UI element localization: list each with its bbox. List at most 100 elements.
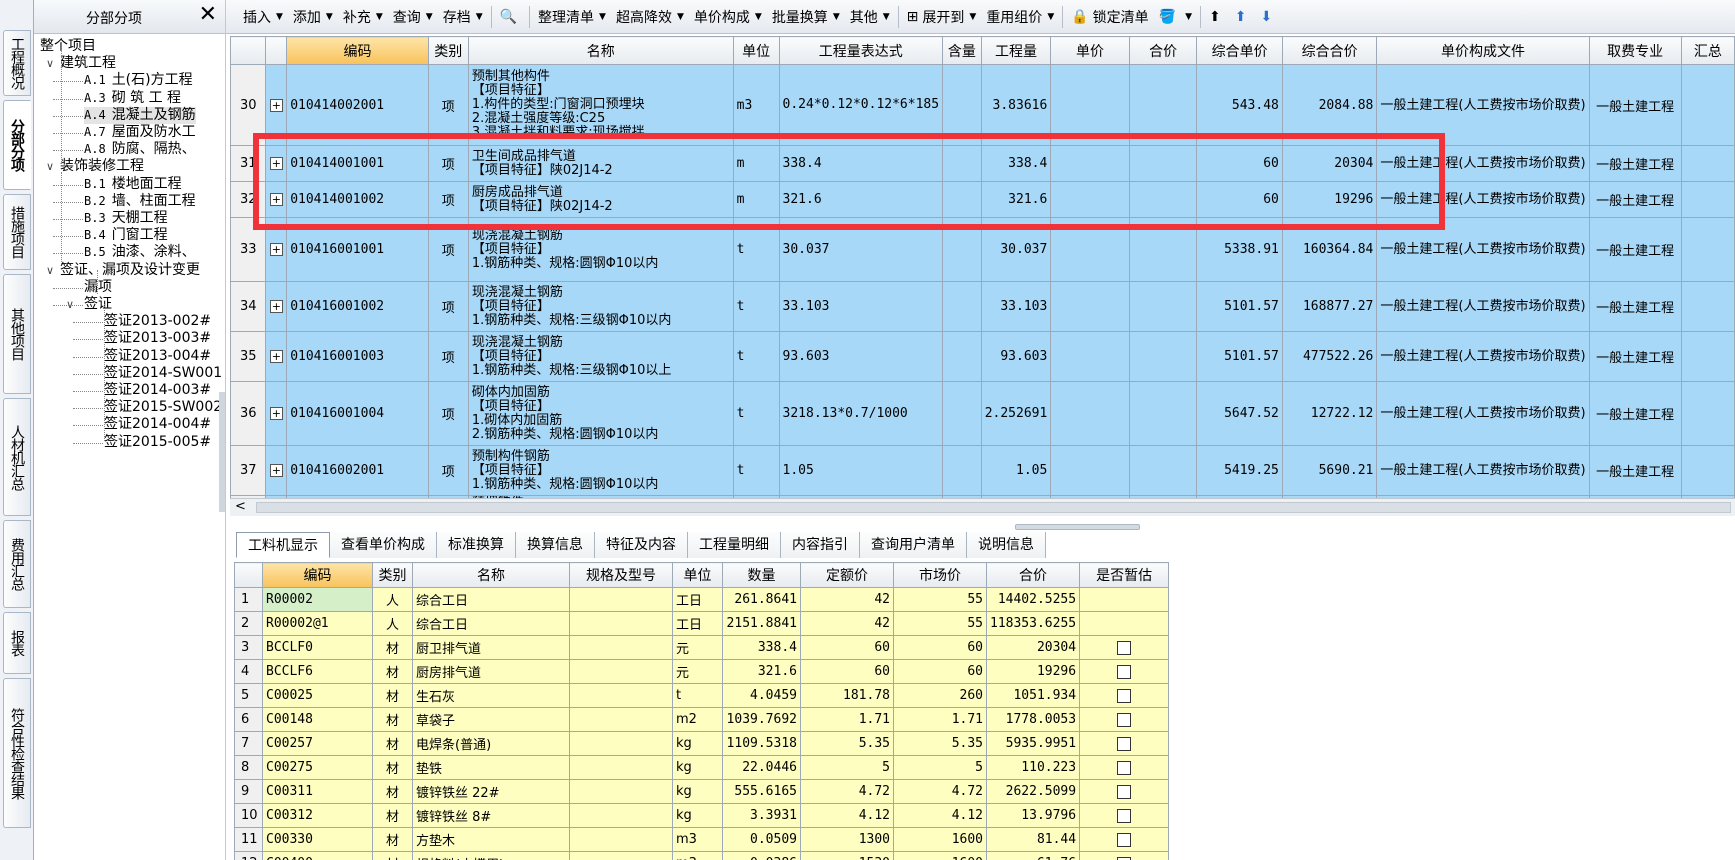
table-row[interactable]: 7 C00257 材电焊条(普通) kg 1109.5318 5.35 5.35 5935.9… — [234, 731, 1170, 756]
expand-cell[interactable]: + — [265, 281, 288, 332]
column-header[interactable] — [230, 36, 267, 65]
tree-node[interactable]: A.4 混凝土及钢筋 — [84, 106, 196, 124]
vtab-other-items[interactable]: 其他项目 — [3, 274, 31, 394]
toolbar-button-13[interactable]: 🔒 锁定清单 — [1066, 4, 1153, 30]
detail-tab[interactable]: 工程量明细 — [688, 532, 781, 558]
expand-plus-icon[interactable]: + — [269, 300, 283, 313]
column-header[interactable]: 含量 — [942, 36, 982, 65]
tree-node[interactable]: 装饰装修工程 — [60, 158, 144, 175]
tree-node[interactable]: 签证2014-SW001 — [104, 365, 222, 382]
toolbar-button-0[interactable]: 插入 ▼ — [238, 4, 288, 30]
tree-node[interactable]: B.4 门窗工程 — [84, 227, 168, 244]
vtab-compliance-check[interactable]: 符合性检查结果 — [3, 678, 31, 828]
table-row[interactable]: 8 C00275 材垫铁 kg 22.0446 5 5 110.223 — [234, 755, 1170, 780]
tree-expand-toggle-icon[interactable]: ∨ — [46, 262, 54, 279]
provisional-checkbox[interactable] — [1117, 688, 1132, 703]
provisional-checkbox[interactable] — [1117, 640, 1132, 655]
table-row[interactable]: 35 +010416001003 项现浇混凝土钢筋 【项目特征】 1.钢筋种类、规格:三… — [230, 331, 1735, 382]
expand-cell[interactable]: + — [265, 445, 288, 496]
table-row[interactable]: 4 BCCLF6 材厨房排气道元 321.6 60 60 19296 — [234, 659, 1170, 684]
table-row[interactable]: 30 +010414002001 项预制其他构件 【项目特征】 1.构件的类型:门窗洞口… — [230, 64, 1735, 146]
tree-node[interactable]: B.1 楼地面工程 — [84, 176, 182, 193]
provisional-checkbox[interactable] — [1117, 832, 1132, 847]
column-header[interactable]: 编码 — [286, 36, 429, 65]
move-down-button[interactable]: ⬇ — [1256, 4, 1282, 30]
tree-node[interactable]: 签证2015-005# — [104, 434, 211, 451]
table-row[interactable]: 12C00400材规格料(支撑用) m30.03861530160061.76 — [234, 851, 1170, 860]
provisional-checkbox[interactable] — [1117, 784, 1132, 799]
tree-node[interactable]: 签证2013-004# — [104, 348, 211, 365]
column-header[interactable]: 取费专业 — [1588, 36, 1682, 65]
vtab-project-overview[interactable]: 工程概况 — [3, 30, 31, 96]
toolbar-button-2[interactable]: 补充 ▼ — [338, 4, 388, 30]
tree-node[interactable]: 建筑工程 — [60, 55, 116, 72]
column-header[interactable] — [265, 36, 288, 65]
column-header[interactable]: 市场价 — [893, 562, 987, 588]
column-header[interactable]: 单位 — [672, 562, 723, 588]
toolbar-button-4[interactable]: 存档 ▼ — [438, 4, 488, 30]
column-header[interactable]: 合价 — [985, 562, 1081, 588]
provisional-checkbox[interactable] — [1117, 856, 1132, 860]
column-header[interactable] — [234, 562, 263, 588]
tree-node[interactable]: B.3 天棚工程 — [84, 210, 168, 227]
toolbar-button-11[interactable]: ⊞ 展开到 ▼ — [902, 4, 982, 30]
detail-tab[interactable]: 说明信息 — [967, 532, 1046, 558]
table-row[interactable]: 9 C00311 材镀锌铁丝 22# kg 555.6165 4.72 4.72 2622.5… — [234, 779, 1170, 804]
tree-node[interactable]: A.1 土(石)方工程 — [84, 72, 193, 89]
expand-cell[interactable]: + — [265, 181, 288, 218]
expand-cell[interactable]: + — [265, 217, 288, 282]
detail-tab[interactable]: 查询用户清单 — [860, 532, 967, 558]
scroll-thumb[interactable] — [256, 502, 1731, 513]
vtab-reports[interactable]: 报表 — [3, 612, 31, 674]
column-header[interactable]: 规格及型号 — [569, 562, 673, 588]
toolbar-button-7[interactable]: 超高降效 ▼ — [611, 4, 689, 30]
expand-plus-icon[interactable]: + — [269, 98, 283, 112]
table-row[interactable]: 5 C00025 材生石灰 t 4.0459 181.78 260 1051.934 — [234, 683, 1170, 708]
toolbar-button-9[interactable]: 批量换算 ▼ — [767, 4, 845, 30]
table-row[interactable]: 2 R00002@1 人综合工日 工日 2151.8841 42 55 118353.6255 — [234, 611, 1170, 636]
column-header[interactable]: 单位 — [732, 36, 780, 65]
toolbar-button-12[interactable]: 重用组价 ▼ — [981, 4, 1059, 30]
column-header[interactable]: 汇总 — [1680, 36, 1735, 65]
toolbar-button-6[interactable]: 整理清单 ▼ — [533, 4, 611, 30]
table-row[interactable]: 3 BCCLF0 材厨卫排气道元 338.4 60 60 20304 — [234, 635, 1170, 660]
table-row[interactable]: 11 C00330 材方垫木 m3 0.0509 1300 1600 81.44 — [234, 827, 1170, 852]
provisional-checkbox[interactable] — [1117, 712, 1132, 727]
toolbar-button-15[interactable]: ⬆ — [1204, 4, 1230, 30]
column-header[interactable]: 类别 — [427, 36, 469, 65]
close-icon[interactable]: ✕ — [199, 3, 217, 27]
provisional-checkbox[interactable] — [1117, 760, 1132, 775]
tree-node[interactable]: B.2 墙、柱面工程 — [84, 193, 196, 210]
tree-node[interactable]: 签证2014-004# — [104, 416, 211, 433]
table-row[interactable]: 31 +010414001001 项卫生间成品排气道 【项目特征】陕02J14-2 m 3… — [230, 145, 1735, 182]
provisional-checkbox[interactable] — [1117, 664, 1132, 679]
column-header[interactable]: 工程量表达式 — [778, 36, 944, 65]
column-header[interactable]: 单价 — [1050, 36, 1130, 65]
tree-node[interactable]: 签证2013-003# — [104, 330, 211, 347]
expand-plus-icon[interactable]: + — [269, 464, 283, 477]
expand-plus-icon[interactable]: + — [269, 157, 283, 170]
column-header[interactable]: 数量 — [722, 562, 801, 588]
tree-node[interactable]: A.8 防腐、隔热、 — [84, 141, 196, 158]
toolbar-button-8[interactable]: 单价构成 ▼ — [689, 4, 767, 30]
provisional-checkbox[interactable] — [1117, 736, 1132, 751]
detail-tab[interactable]: 查看单价构成 — [330, 532, 437, 558]
column-header[interactable]: 合价 — [1128, 36, 1198, 65]
column-header[interactable]: 定额价 — [800, 562, 894, 588]
vtab-labor-material[interactable]: 人材机汇总 — [3, 398, 31, 516]
column-header[interactable]: 综合单价 — [1196, 36, 1283, 65]
tree-node[interactable]: 签证 — [84, 296, 112, 313]
tree-scrollbar[interactable] — [219, 392, 225, 512]
tree-expand-toggle-icon[interactable]: ∨ — [46, 158, 54, 175]
detail-tab[interactable]: 换算信息 — [516, 532, 595, 558]
tree-node[interactable]: 签证、漏项及设计变更 — [60, 262, 200, 279]
splitter-handle[interactable] — [1015, 524, 1140, 530]
toolbar-button-5[interactable]: 🔍 — [495, 4, 526, 30]
move-up-button[interactable]: ⬆ — [1230, 4, 1256, 30]
table-row[interactable]: 10 C00312 材镀锌铁丝 8# kg 3.3931 4.12 4.12 13.9796 — [234, 803, 1170, 828]
column-header[interactable]: 编码 — [262, 562, 373, 588]
column-header[interactable]: 综合合价 — [1281, 36, 1378, 65]
tree-node[interactable]: 漏项 — [84, 279, 112, 296]
vtab-measures[interactable]: 措施项目 — [3, 194, 31, 270]
scroll-left-arrow-icon[interactable]: < — [235, 499, 246, 514]
